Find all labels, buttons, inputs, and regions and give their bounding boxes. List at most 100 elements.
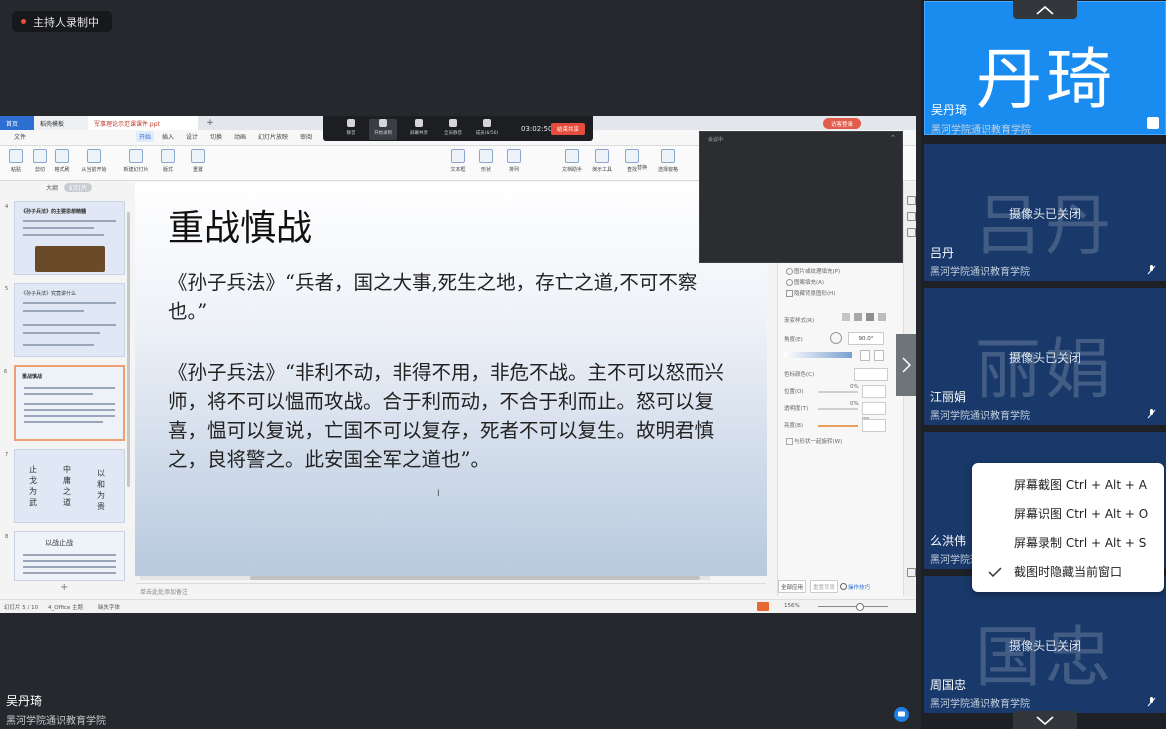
end-share-button[interactable]: 结束共享 [551, 123, 585, 135]
new-tab-button[interactable]: + [198, 116, 222, 130]
menu-insert[interactable]: 插入 [162, 132, 174, 141]
screen-share-button[interactable]: 屏幕共享 [405, 119, 433, 140]
slides-scrollbar[interactable] [127, 212, 130, 487]
radio-pattern-fill[interactable] [786, 279, 793, 286]
mic-muted-icon [1146, 692, 1157, 707]
menu-slideshow[interactable]: 幻灯片放映 [258, 132, 288, 141]
new-slide-button[interactable]: 新建幻灯片 [122, 149, 150, 177]
menu-item-screen-record[interactable]: 屏幕录制 Ctrl + Alt + S [972, 528, 1164, 557]
add-stop-icon[interactable] [860, 350, 870, 361]
tab-templates[interactable]: 稻壳模板 [34, 116, 88, 130]
mute-all-button[interactable]: 全员静音 [439, 119, 467, 140]
arrange-button[interactable]: 排列 [500, 149, 528, 177]
pane-tabs: 大纲 幻灯片 [0, 182, 130, 194]
slide-thumb-6[interactable]: 6 重战慎战 [4, 365, 125, 441]
notes-area[interactable]: 单击此处添加备注 [136, 583, 766, 597]
participant-tile-1[interactable]: 丹琦 吴丹琦 黑河学院通识教育学院 [924, 1, 1166, 135]
scroll-down-button[interactable] [1013, 711, 1077, 729]
zoom-slider-knob[interactable] [856, 603, 864, 611]
next-page-button[interactable] [896, 334, 916, 396]
slide-paragraph-1[interactable]: 《孙子兵法》“兵者，国之大事,死生之地，存亡之道,不可不察也。” [168, 268, 728, 326]
position-slider[interactable] [818, 391, 858, 393]
gradient-rect-icon[interactable] [866, 313, 874, 321]
tab-outline[interactable]: 大纲 [46, 183, 58, 192]
brightness-slider[interactable] [818, 425, 858, 427]
start-recording-button[interactable]: 开始录制 [369, 119, 397, 140]
slide-thumb-4[interactable]: 4 《孙子兵法》的主要思想精髓 [5, 201, 125, 275]
menu-animation[interactable]: 动画 [234, 132, 246, 141]
gradient-radial-icon[interactable] [854, 313, 862, 321]
apply-all-button[interactable]: 全部应用 [778, 580, 806, 593]
floating-meeting-window[interactable]: 会议中 ⌃ [699, 131, 903, 263]
hide-bg-checkbox[interactable] [786, 290, 793, 297]
style-icon[interactable] [907, 196, 916, 205]
tools-icon [595, 149, 609, 163]
slide-thumb-8[interactable]: 8 以战止战 [5, 531, 125, 581]
menu-item-screen-ocr[interactable]: 屏幕识图 Ctrl + Alt + O [972, 499, 1164, 528]
missing-font[interactable]: 缺失字体 [98, 603, 120, 611]
presentation-tools-button[interactable]: 演示工具 [588, 149, 616, 177]
slide-title[interactable]: 重战慎战 [168, 199, 312, 251]
add-slide-button[interactable]: + [60, 582, 68, 593]
gradient-linear-icon[interactable] [842, 313, 850, 321]
theme-name: 4_Office 主题 [48, 605, 84, 611]
angle-input[interactable]: 90.0° [848, 332, 884, 345]
menu-start[interactable]: 开始 [136, 131, 155, 142]
scroll-up-button[interactable] [1013, 0, 1077, 19]
guest-login-button[interactable]: 访客登录 [823, 118, 861, 129]
slideshow-play-button[interactable] [757, 602, 769, 611]
zoom-slider[interactable] [818, 606, 888, 607]
rotate-with-shape-checkbox[interactable] [786, 438, 793, 445]
tab-home[interactable]: 首页 [0, 116, 34, 130]
doc-assistant-button[interactable]: 文档助手 [558, 149, 586, 177]
gradient-stops-bar[interactable] [784, 352, 852, 358]
tab-document[interactable]: 军事理论示范课课件.ppt [88, 116, 198, 130]
participant-name: 吴丹琦 [931, 103, 968, 117]
textbox-button[interactable]: 文本框 [444, 149, 472, 177]
members-button[interactable]: 成员(6/50) [473, 119, 501, 140]
position-input[interactable] [862, 385, 886, 398]
play-from-current-button[interactable]: 从当前开始 [80, 149, 108, 177]
collapse-icon[interactable]: ⌃ [890, 134, 896, 142]
reset-background-button[interactable]: 重置背景 [810, 580, 838, 593]
tab-slides[interactable]: 幻灯片 [64, 183, 93, 192]
slide-hscrollbar[interactable] [140, 576, 710, 580]
gradient-path-icon[interactable] [878, 313, 886, 321]
stop-color-dropdown[interactable] [854, 368, 888, 381]
reset-button[interactable]: 重置 [184, 149, 212, 177]
slide-thumb-7[interactable]: 7 止戈为武 中庸之道 以和为贵 [5, 449, 125, 523]
participant-tile-2[interactable]: 吕丹 摄像头已关闭 吕丹 黑河学院通识教育学院 [924, 144, 1166, 281]
transparency-input[interactable] [862, 402, 886, 415]
format-painter-button[interactable]: 格式刷 [48, 149, 76, 177]
participant-tile-5[interactable]: 国忠 摄像头已关闭 周国忠 黑河学院通识教育学院 [924, 576, 1166, 713]
transparency-slider[interactable] [818, 408, 858, 410]
radio-picture-fill[interactable] [786, 268, 793, 275]
zoom-level[interactable]: 156% [784, 603, 800, 609]
remove-stop-icon[interactable] [874, 350, 884, 361]
menu-item-screenshot[interactable]: 屏幕截图 Ctrl + Alt + A [972, 470, 1164, 499]
slide-thumb-5[interactable]: 5 《孙子兵法》究竟讲什么 [5, 283, 125, 357]
reset-icon [191, 149, 205, 163]
shape-button[interactable]: 形状 [472, 149, 500, 177]
menu-file[interactable]: 文件 [14, 132, 26, 141]
ops-tips-link[interactable]: 操作技巧 [848, 583, 870, 591]
slide-canvas[interactable]: 重战慎战 《孙子兵法》“兵者，国之大事,死生之地，存亡之道,不可不察也。” 《孙… [135, 182, 767, 576]
angle-dial-icon[interactable] [830, 332, 842, 344]
menu-item-hide-window[interactable]: 截图时隐藏当前窗口 [972, 557, 1164, 586]
menu-review[interactable]: 审阅 [300, 132, 312, 141]
copy-icon[interactable] [907, 228, 916, 237]
slide-paragraph-2[interactable]: 《孙子兵法》“非利不动，非得不用，非危不战。主不可以怒而兴师，将不可以愠而攻战。… [168, 358, 728, 474]
menu-design[interactable]: 设计 [186, 132, 198, 141]
replace-button[interactable]: 替换 [628, 164, 656, 178]
participant-org: 黑河学院通识教育学院 [930, 411, 1030, 422]
star-icon[interactable] [907, 212, 916, 221]
selection-pane-button[interactable]: 选择窗格 [654, 149, 682, 177]
camera-off-label: 摄像头已关闭 [1008, 639, 1081, 653]
participant-tile-3[interactable]: 丽娟 摄像头已关闭 江丽娟 黑河学院通识教育学院 [924, 288, 1166, 425]
brightness-input[interactable] [862, 419, 886, 432]
mute-button[interactable]: 静音 [337, 119, 365, 140]
brush-icon [55, 149, 69, 163]
layout-button[interactable]: 版式 [154, 149, 182, 177]
menu-transition[interactable]: 切换 [210, 132, 222, 141]
grid-icon[interactable] [907, 568, 916, 577]
